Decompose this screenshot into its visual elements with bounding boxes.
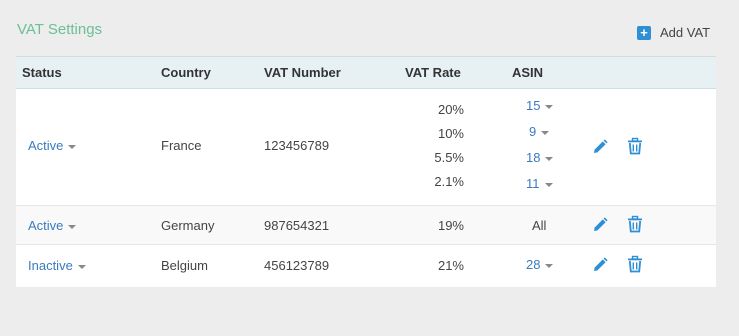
caret-down-icon (544, 182, 553, 187)
status-dropdown[interactable]: Active (28, 138, 77, 153)
edit-pencil-icon[interactable] (591, 216, 609, 234)
column-header-status: Status (22, 65, 62, 80)
vat-rate-cell: 2.1% (434, 174, 464, 189)
add-vat-label: Add VAT (660, 25, 711, 40)
caret-down-icon (541, 130, 550, 135)
caret-down-icon (545, 156, 554, 161)
delete-trash-icon[interactable] (626, 137, 644, 155)
status-dropdown[interactable]: Active (28, 218, 77, 233)
country-cell: France (161, 138, 202, 153)
asin-value: All (532, 218, 547, 233)
country-cell: Germany (161, 218, 215, 233)
table-row: Inactive Belgium 456123789 21% 28 (16, 245, 716, 286)
delete-trash-icon[interactable] (626, 215, 644, 233)
table-row: Active Germany 987654321 19% All (16, 206, 716, 245)
caret-down-icon (68, 144, 77, 149)
column-header-country: Country (161, 65, 211, 80)
vat-number-cell: 456123789 (264, 258, 330, 273)
plus-square-icon: + (637, 25, 651, 40)
vat-rate-cell: 19% (437, 218, 464, 233)
caret-down-icon (545, 263, 554, 268)
page-title: VAT Settings (17, 21, 103, 38)
asin-dropdown[interactable]: 28 (526, 257, 554, 272)
vat-number-cell: 987654321 (264, 218, 330, 233)
caret-down-icon (68, 224, 77, 229)
asin-dropdown[interactable]: 18 (526, 150, 554, 165)
edit-pencil-icon[interactable] (591, 138, 609, 156)
asin-dropdown[interactable]: 11 (526, 176, 553, 191)
vat-rate-cell: 20% (437, 102, 464, 117)
vat-rate-cell: 21% (437, 258, 464, 273)
delete-trash-icon[interactable] (626, 255, 644, 273)
table-header: Status Country VAT Number VAT Rate ASIN (16, 56, 716, 89)
asin-dropdown[interactable]: 9 (529, 124, 550, 139)
caret-down-icon (77, 264, 86, 269)
edit-pencil-icon[interactable] (591, 256, 609, 274)
table-row: Active France 123456789 20% 10% 5.5% 2.1… (16, 89, 716, 206)
vat-rate-cell: 5.5% (434, 150, 464, 165)
status-dropdown[interactable]: Inactive (28, 258, 86, 273)
column-header-vat-rate: VAT Rate (405, 65, 461, 80)
caret-down-icon (545, 104, 554, 109)
vat-number-cell: 123456789 (264, 138, 330, 153)
column-header-vat-number: VAT Number (264, 65, 341, 80)
add-vat-button[interactable]: + Add VAT (637, 25, 710, 40)
country-cell: Belgium (161, 258, 208, 273)
column-header-asin: ASIN (512, 65, 544, 80)
asin-dropdown[interactable]: 15 (526, 98, 554, 113)
vat-rate-cell: 10% (437, 126, 464, 141)
vat-table: Status Country VAT Number VAT Rate ASIN … (16, 56, 716, 287)
